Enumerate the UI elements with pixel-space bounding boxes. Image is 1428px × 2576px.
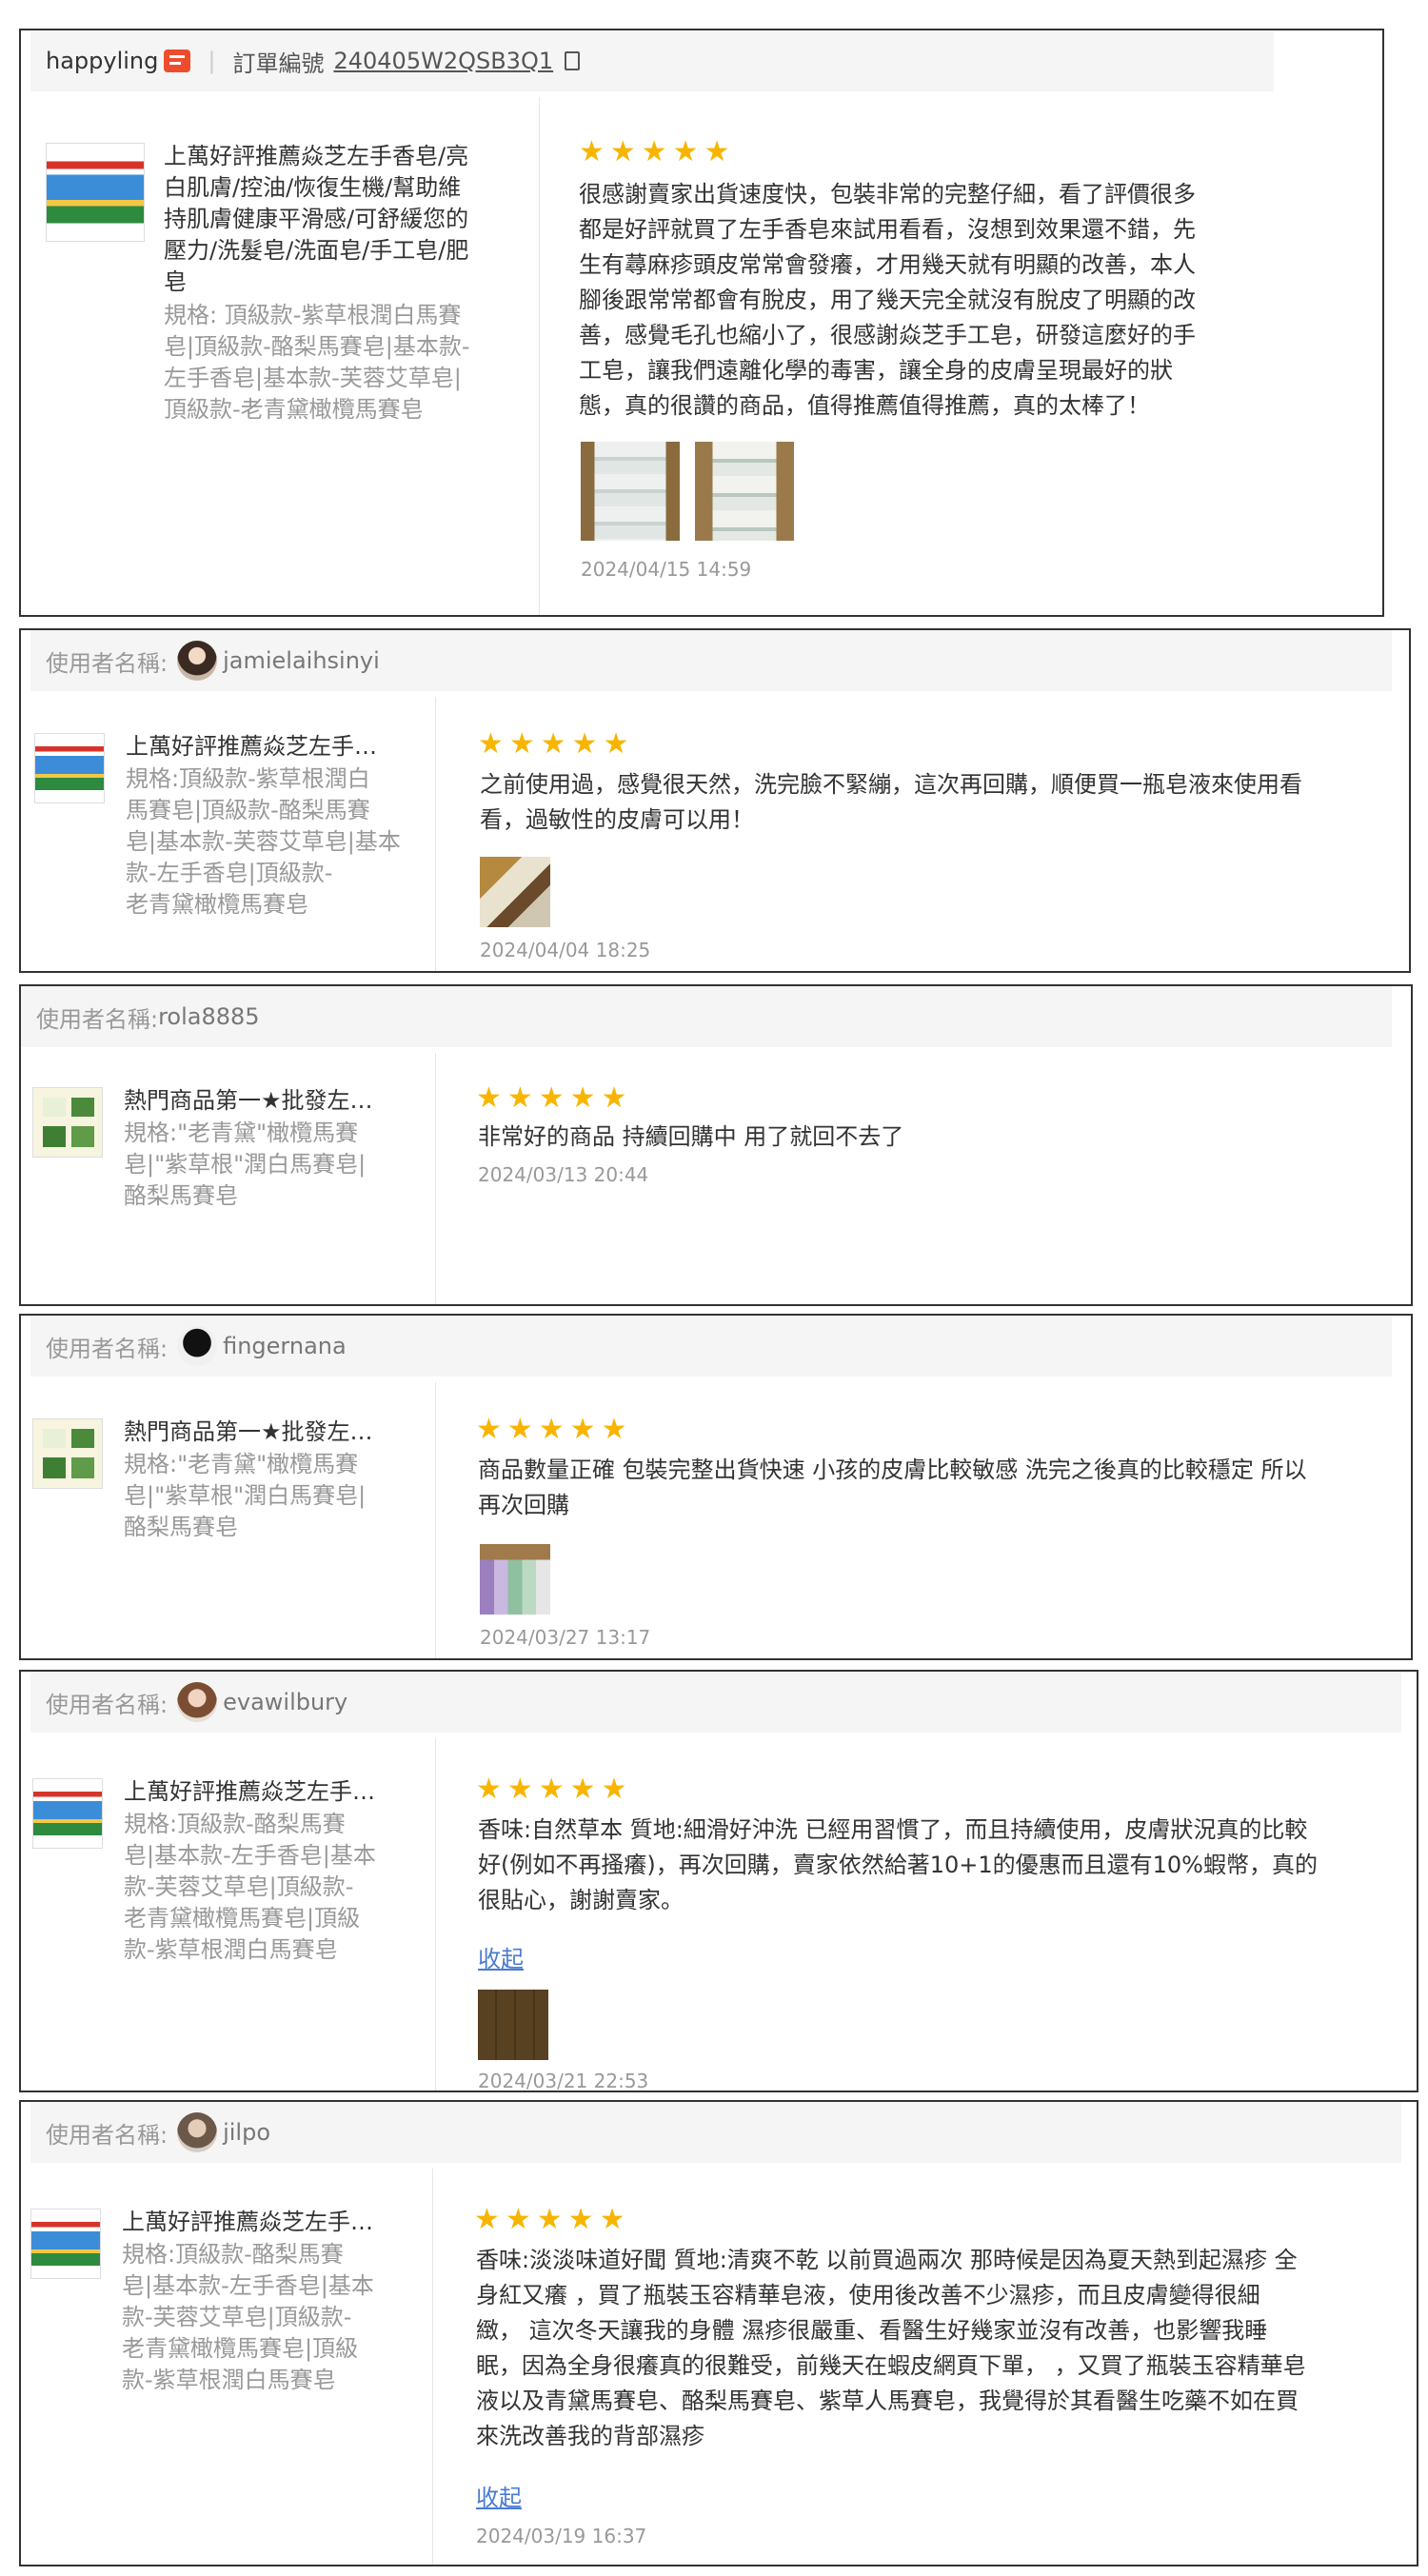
product-thumbnail[interactable] [30, 2209, 101, 2279]
user-label: 使用者名稱: [46, 649, 169, 677]
avatar[interactable] [177, 1682, 218, 1722]
product-title[interactable]: 上萬好評推薦焱芝左手香皂/亮白肌膚/控油 [126, 731, 383, 763]
copy-icon[interactable] [565, 51, 581, 70]
rating-stars: ★★★★★ [474, 2203, 631, 2236]
column-divider [539, 97, 540, 615]
product-title[interactable]: 上萬好評推薦焱芝左手香皂/亮 白肌膚/控油/恢復生機/幫助維 持肌膚健康平滑感/… [164, 141, 516, 298]
product-thumbnail[interactable] [34, 733, 105, 803]
review-date: 2024/03/13 20:44 [478, 1163, 649, 1186]
column-divider [435, 697, 436, 971]
review-photo[interactable] [480, 1544, 550, 1615]
review-text: 很感謝賣家出貨速度快，包裝非常的完整仔細，看了評價很多 都是好評就買了左手香皂來… [579, 181, 1196, 419]
product-spec: 規格:頂級款-酪梨馬賽 皂|基本款-左手香皂|基本 款-芙蓉艾草皂|頂級款- 老… [124, 1811, 376, 1963]
review-header: 使用者名稱: evawilbury [30, 1672, 1401, 1733]
review-card-4: 使用者名稱: fingernana 熱門商品第一★批發左手香皂 規格:"老青黛"… [19, 1314, 1413, 1660]
rating-stars: ★★★★★ [476, 1413, 633, 1446]
review-date: 2024/03/27 13:17 [480, 1626, 651, 1649]
review-card-5: 使用者名稱: evawilbury 上萬好評推薦焱芝左手香皂/亮白肌膚/控油 規… [19, 1670, 1418, 2092]
column-divider [432, 2169, 433, 2565]
review-header: 使用者名稱: jamielaihsinyi [30, 630, 1392, 691]
review-photo[interactable] [478, 1990, 548, 2060]
product-thumbnail[interactable] [32, 1087, 103, 1158]
rating-stars: ★★★★★ [476, 1773, 633, 1806]
review-card-6: 使用者名稱: jilpo 上萬好評推薦焱芝左手香皂/亮白肌膚/控油 規格:頂級款… [19, 2100, 1418, 2566]
review-text: 之前使用過，感覺很天然，洗完臉不緊繃，這次再回購，順便買一瓶皂液來使用看 看，過… [480, 771, 1302, 833]
username[interactable]: jamielaihsinyi [223, 647, 380, 674]
username[interactable]: fingernana [223, 1333, 347, 1359]
avatar[interactable] [177, 2112, 218, 2152]
rating-stars: ★★★★★ [579, 135, 736, 168]
column-divider [435, 1382, 436, 1658]
review-header: happyling | 訂單編號 240405W2QSB3Q1 [30, 30, 1274, 91]
rating-stars: ★★★★★ [478, 727, 635, 761]
review-photo[interactable] [581, 442, 680, 541]
review-text: 香味:自然草本 質地:細滑好沖洗 已經用習慣了，而且持續使用，皮膚狀況真的比較 … [478, 1816, 1318, 1913]
review-header: 使用者名稱: rola8885 [21, 986, 1392, 1047]
review-text: 非常好的商品 持續回購中 用了就回不去了 [478, 1123, 904, 1150]
order-label: 訂單編號 [232, 50, 325, 77]
rating-stars: ★★★★★ [476, 1081, 633, 1115]
user-label: 使用者名稱: [46, 1691, 169, 1718]
review-card-1: happyling | 訂單編號 240405W2QSB3Q1 上萬好評推薦焱芝… [19, 29, 1384, 617]
product-thumbnail[interactable] [46, 143, 145, 242]
product-spec: 規格:頂級款-酪梨馬賽 皂|基本款-左手香皂|基本 款-芙蓉艾草皂|頂級款- 老… [122, 2241, 374, 2393]
review-date: 2024/03/19 16:37 [476, 2525, 647, 2547]
review-date: 2024/03/21 22:53 [478, 2070, 649, 2092]
column-divider [435, 1053, 436, 1304]
product-thumbnail[interactable] [32, 1418, 103, 1489]
username[interactable]: evawilbury [223, 1689, 347, 1715]
user-label: 使用者名稱: [36, 1005, 159, 1033]
product-thumbnail[interactable] [32, 1778, 103, 1849]
review-date: 2024/04/15 14:59 [581, 558, 752, 581]
review-photo[interactable] [695, 442, 794, 541]
collapse-link[interactable]: 收起 [476, 2479, 522, 2512]
product-spec: 規格:"老青黛"橄欖馬賽 皂|"紫草根"潤白馬賽皂| 酪梨馬賽皂 [124, 1451, 367, 1540]
collapse-link[interactable]: 收起 [478, 1940, 524, 1973]
product-spec: 規格: 頂級款-紫草根潤白馬賽 皂|頂級款-酪梨馬賽皂|基本款- 左手香皂|基本… [164, 302, 470, 423]
product-title[interactable]: 熱門商品第一★批發左手香皂 [124, 1085, 390, 1117]
product-title[interactable]: 上萬好評推薦焱芝左手香皂/亮白肌膚/控油 [122, 2207, 379, 2238]
review-text: 商品數量正確 包裝完整出貨快速 小孩的皮膚比較敏感 洗完之後真的比較穩定 所以 … [478, 1456, 1307, 1518]
username[interactable]: jilpo [223, 2119, 270, 2146]
product-spec: 規格:頂級款-紫草根潤白 馬賽皂|頂級款-酪梨馬賽 皂|基本款-芙蓉艾草皂|基本… [126, 765, 401, 918]
review-card-2: 使用者名稱: jamielaihsinyi 上萬好評推薦焱芝左手香皂/亮白肌膚/… [19, 628, 1411, 973]
avatar[interactable] [177, 1326, 218, 1366]
username[interactable]: rola8885 [158, 1003, 259, 1030]
review-card-3: 使用者名稱: rola8885 熱門商品第一★批發左手香皂 規格:"老青黛"橄欖… [19, 984, 1413, 1306]
product-title[interactable]: 上萬好評推薦焱芝左手香皂/亮白肌膚/控油 [124, 1776, 381, 1808]
review-photo[interactable] [480, 857, 550, 927]
user-label: 使用者名稱: [46, 2121, 169, 2149]
username[interactable]: happyling [46, 48, 158, 74]
avatar[interactable] [177, 641, 218, 681]
chat-icon[interactable] [164, 50, 191, 72]
review-text: 香味:淡淡味道好聞 質地:清爽不乾 以前買過兩次 那時候是因為夏天熱到起濕疹 全… [476, 2247, 1306, 2449]
review-header: 使用者名稱: fingernana [30, 1316, 1392, 1377]
user-label: 使用者名稱: [46, 1335, 169, 1362]
product-title[interactable]: 熱門商品第一★批發左手香皂 [124, 1417, 390, 1448]
column-divider [435, 1738, 436, 2091]
divider: | [208, 48, 216, 74]
order-number-link[interactable]: 240405W2QSB3Q1 [333, 48, 553, 74]
review-date: 2024/04/04 18:25 [480, 939, 651, 961]
review-header: 使用者名稱: jilpo [30, 2102, 1401, 2163]
product-spec: 規格:"老青黛"橄欖馬賽 皂|"紫草根"潤白馬賽皂| 酪梨馬賽皂 [124, 1120, 367, 1209]
